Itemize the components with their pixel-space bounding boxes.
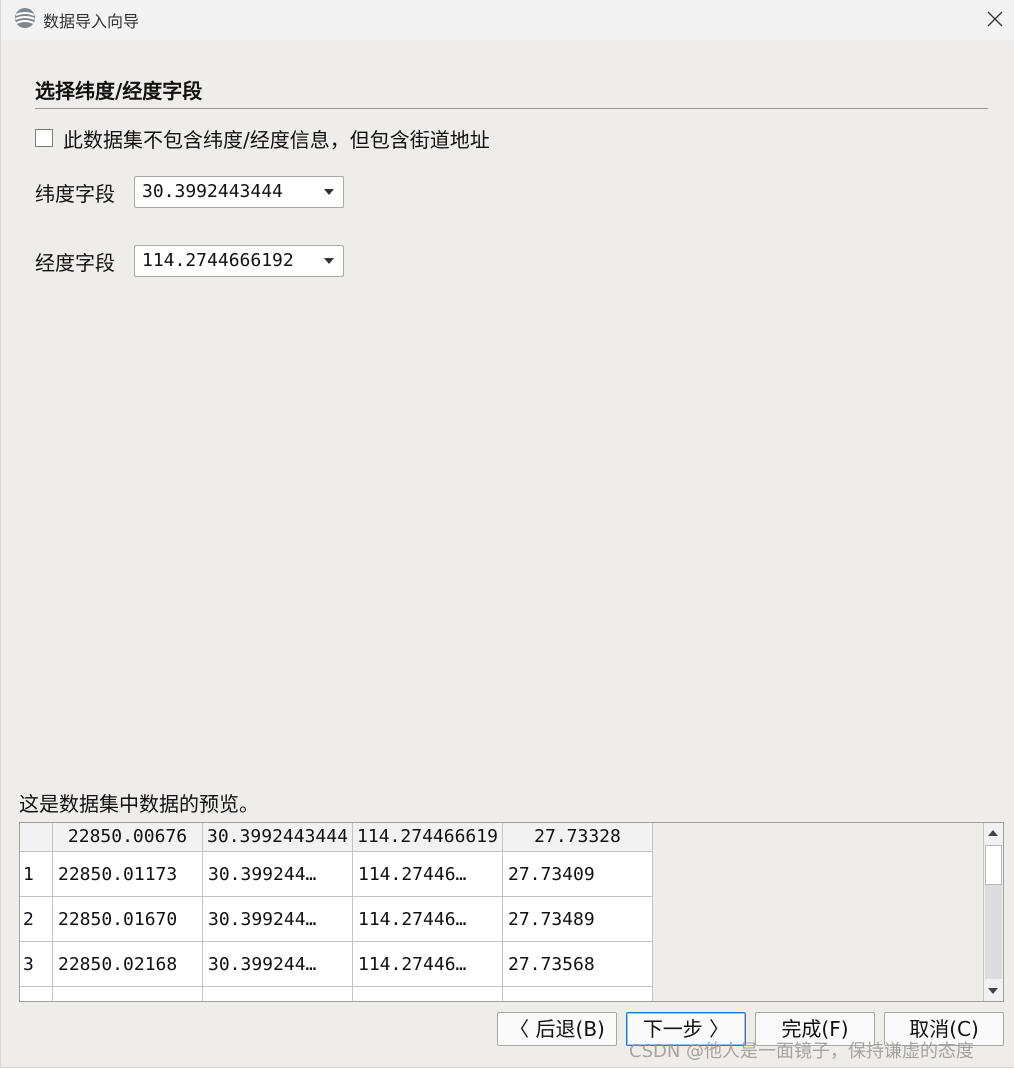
scroll-thumb[interactable] <box>985 845 1002 885</box>
longitude-selected-value: 114.2744666192 <box>142 250 294 271</box>
table-cell[interactable]: 27.73489 <box>503 897 653 942</box>
preview-table: 22850.00676 30.3992443444 114.274466619 … <box>19 822 1004 1002</box>
street-address-label[interactable]: 此数据集不包含纬度/经度信息，但包含街道地址 <box>63 124 490 153</box>
triangle-down-icon <box>324 258 334 264</box>
latitude-field-select[interactable]: 30.3992443444 <box>134 176 344 208</box>
watermark: CSDN @他人是一面镜子，保持谦虚的态度 <box>629 1041 975 1062</box>
column-header[interactable]: 114.274466619 <box>353 823 503 852</box>
table-corner <box>20 823 53 852</box>
table-cell[interactable]: 27.73568 <box>503 942 653 987</box>
table-cell[interactable]: 30.399244… <box>203 852 353 897</box>
table-cell[interactable]: 30.399244… <box>203 897 353 942</box>
back-button[interactable]: 〈 后退(B) <box>497 1012 617 1046</box>
table-cell[interactable]: 114.27446… <box>353 897 503 942</box>
scroll-track[interactable] <box>985 885 1002 979</box>
table-cell[interactable] <box>53 987 203 1001</box>
latitude-selected-value: 30.3992443444 <box>142 181 283 202</box>
section-title: 选择纬度/经度字段 <box>35 79 203 103</box>
latitude-field-label: 纬度字段 <box>35 182 115 206</box>
table-cell[interactable]: 22850.02168 <box>53 942 203 987</box>
title-bar: 数据导入向导 <box>1 0 1014 40</box>
table-cell[interactable] <box>203 987 353 1001</box>
scroll-up-button[interactable] <box>984 823 1003 843</box>
table-cell[interactable]: 27.73409 <box>503 852 653 897</box>
row-number: 1 <box>20 852 53 897</box>
street-address-option: 此数据集不包含纬度/经度信息，但包含街道地址 <box>35 124 490 152</box>
table-cell[interactable]: 22850.01173 <box>53 852 203 897</box>
street-address-checkbox[interactable] <box>35 129 53 147</box>
triangle-down-icon <box>324 189 334 195</box>
preview-label: 这是数据集中数据的预览。 <box>19 792 259 816</box>
table-cell[interactable] <box>353 987 503 1001</box>
window-title: 数据导入向导 <box>43 12 140 31</box>
table-cell[interactable]: 114.27446… <box>353 942 503 987</box>
scroll-down-button[interactable] <box>984 981 1003 1001</box>
row-number: 2 <box>20 897 53 942</box>
longitude-field-label: 经度字段 <box>35 251 115 275</box>
vertical-scrollbar[interactable] <box>983 823 1003 1001</box>
section-divider <box>35 108 988 109</box>
column-header[interactable]: 27.73328 <box>503 823 653 852</box>
close-icon <box>987 11 1003 27</box>
longitude-field-select[interactable]: 114.2744666192 <box>134 245 344 277</box>
table-cell[interactable]: 22850.01670 <box>53 897 203 942</box>
row-number <box>20 987 53 1001</box>
row-number: 3 <box>20 942 53 987</box>
table-cell[interactable]: 114.27446… <box>353 852 503 897</box>
table-cell[interactable]: 30.399244… <box>203 942 353 987</box>
close-button[interactable] <box>975 0 1014 38</box>
table-cell[interactable] <box>503 987 653 1001</box>
globe-icon <box>15 8 35 28</box>
data-import-wizard-window: 数据导入向导 选择纬度/经度字段 此数据集不包含纬度/经度信息，但包含街道地址 … <box>0 0 1014 1068</box>
column-header[interactable]: 22850.00676 <box>53 823 203 852</box>
column-header[interactable]: 30.3992443444 <box>203 823 353 852</box>
